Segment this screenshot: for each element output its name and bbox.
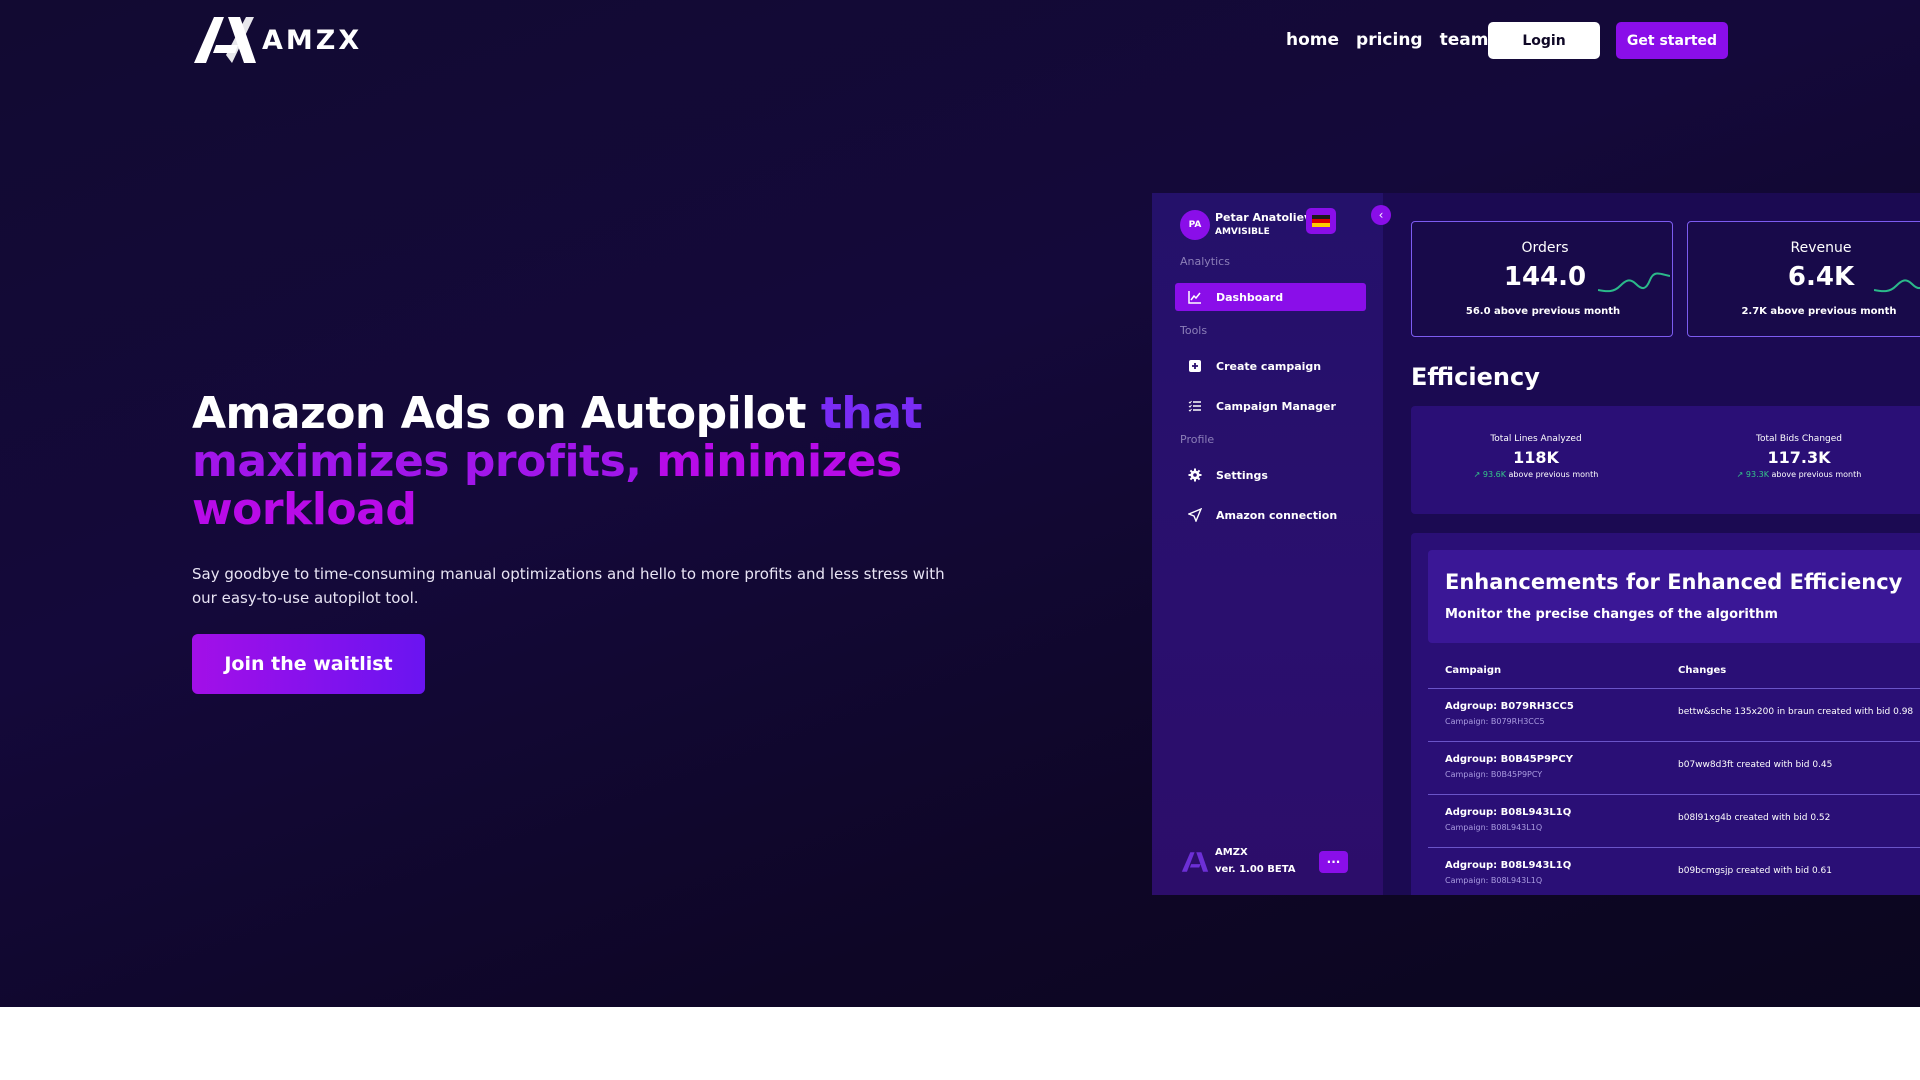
hero-section: AMZX home pricing team Login Get started…	[0, 0, 1920, 1007]
enhancements-title: Enhancements for Enhanced Efficiency	[1445, 570, 1903, 594]
stat-sub-text: above previous month	[1505, 470, 1599, 479]
sparkline-icon	[1598, 272, 1670, 293]
row-campaign: Campaign: B079RH3CC5	[1445, 717, 1545, 726]
sidebar-item-settings[interactable]: Settings	[1175, 461, 1366, 489]
sidebar-item-create-campaign[interactable]: Create campaign	[1175, 352, 1366, 380]
nav-links: home pricing team	[1286, 22, 1505, 58]
row-campaign: Campaign: B08L943L1Q	[1445, 876, 1543, 885]
user-company: AMVISIBLE	[1215, 227, 1270, 237]
german-flag-icon	[1312, 215, 1330, 227]
stat-bids-changed: Total Bids Changed 117.3K ↗ 93.3K above …	[1719, 434, 1879, 479]
sidebar-item-label: Campaign Manager	[1216, 399, 1336, 413]
login-button[interactable]: Login	[1488, 22, 1600, 59]
more-icon: ···	[1326, 855, 1341, 869]
stat-label: Total Bids Changed	[1756, 434, 1842, 444]
stat-sub-text: above previous month	[1768, 470, 1862, 479]
headline-part-that: that	[820, 388, 923, 439]
language-button[interactable]	[1306, 208, 1336, 234]
row-change: b09bcmgsjp created with bid 0.61	[1678, 866, 1832, 876]
kpi-label: Orders	[1521, 240, 1569, 256]
headline-part-minimizes: minimizes	[656, 436, 902, 487]
stat-delta: 93.6K	[1482, 470, 1506, 479]
row-change: bettw&sche 135x200 in braun created with…	[1678, 707, 1914, 717]
footer-app-name: AMZX	[1215, 847, 1248, 858]
row-change: b07ww8d3ft created with bid 0.45	[1678, 760, 1833, 770]
row-adgroup: Adgroup: B079RH3CC5	[1445, 701, 1574, 712]
kpi-value: 6.4K	[1787, 262, 1855, 292]
amzx-logo-icon	[1181, 852, 1209, 872]
table-row[interactable]: Adgroup: B08L943L1Q Campaign: B08L943L1Q…	[1428, 794, 1920, 847]
kpi-card-revenue: Revenue 6.4K 2.7K above previous month	[1687, 221, 1920, 337]
sidebar-item-dashboard[interactable]: Dashboard	[1175, 283, 1366, 311]
chart-line-icon	[1188, 290, 1202, 304]
dashboard-sidebar: PA Petar Anatoliev AMVISIBLE ‹ Analytics…	[1152, 193, 1391, 895]
sidebar-item-amazon-connection[interactable]: Amazon connection	[1175, 501, 1366, 529]
nav-link-team[interactable]: team	[1440, 30, 1489, 50]
stat-value: 117.3K	[1767, 448, 1831, 467]
enhancements-panel: Enhancements for Enhanced Efficiency Mon…	[1411, 533, 1920, 895]
hero-subtext: Say goodbye to time-consuming manual opt…	[192, 565, 945, 607]
stat-sub: ↗ 93.6K above previous month	[1456, 470, 1616, 479]
nav-link-pricing[interactable]: pricing	[1356, 30, 1423, 50]
column-header-campaign: Campaign	[1445, 665, 1502, 676]
sidebar-item-label: Settings	[1216, 468, 1268, 482]
more-options-button[interactable]: ···	[1319, 851, 1348, 873]
brand-name: AMZX	[262, 24, 363, 56]
kpi-sub: 56.0 above previous month	[1465, 306, 1621, 317]
sidebar-item-campaign-manager[interactable]: Campaign Manager	[1175, 392, 1366, 420]
table-row[interactable]: Adgroup: B0B45P9PCY Campaign: B0B45P9PCY…	[1428, 741, 1920, 794]
row-change: b08l91xg4b created with bid 0.52	[1678, 813, 1831, 823]
nav-link-home[interactable]: home	[1286, 30, 1339, 50]
kpi-label: Revenue	[1790, 240, 1852, 256]
dashboard-main: Orders 144.0 56.0 above previous month R…	[1383, 193, 1920, 895]
stat-value: 118K	[1513, 448, 1559, 467]
sidebar-item-label: Dashboard	[1216, 290, 1284, 304]
trend-up-icon: ↗	[1736, 470, 1746, 479]
sidebar-item-label: Amazon connection	[1216, 508, 1338, 522]
kpi-sub: 2.7K above previous month	[1741, 306, 1897, 317]
sidebar-item-label: Create campaign	[1216, 359, 1322, 373]
trend-up-icon: ↗	[1473, 470, 1483, 479]
avatar[interactable]: PA	[1180, 210, 1210, 240]
kpi-value: 144.0	[1503, 262, 1587, 292]
enhancements-header: Enhancements for Enhanced Efficiency Mon…	[1428, 550, 1920, 643]
table-row[interactable]: Adgroup: B079RH3CC5 Campaign: B079RH3CC5…	[1428, 688, 1920, 741]
table-row[interactable]: Adgroup: B08L943L1Q Campaign: B08L943L1Q…	[1428, 847, 1920, 895]
send-icon	[1188, 508, 1202, 522]
sidebar-section-profile: Profile	[1180, 433, 1215, 446]
sidebar-section-tools: Tools	[1180, 324, 1208, 337]
stat-sub: ↗ 93.3K above previous month	[1719, 470, 1879, 479]
dashboard-preview: PA Petar Anatoliev AMVISIBLE ‹ Analytics…	[1152, 193, 1920, 895]
headline-part-workload: workload	[192, 484, 417, 535]
row-campaign: Campaign: B0B45P9PCY	[1445, 770, 1543, 779]
hero-headline: Amazon Ads on Autopilot that maximizes p…	[192, 390, 952, 534]
stat-delta: 93.3K	[1745, 470, 1769, 479]
enhancements-subtitle: Monitor the precise changes of the algor…	[1445, 607, 1778, 622]
amzx-logo-icon	[194, 17, 256, 63]
stat-lines-analyzed: Total Lines Analyzed 118K ↗ 93.6K above …	[1456, 434, 1616, 479]
row-adgroup: Adgroup: B08L943L1Q	[1445, 860, 1572, 871]
stat-label: Total Lines Analyzed	[1490, 434, 1582, 444]
sidebar-section-analytics: Analytics	[1180, 255, 1230, 268]
logo[interactable]: AMZX	[192, 15, 362, 65]
plus-square-icon	[1188, 359, 1202, 373]
list-check-icon	[1188, 399, 1202, 413]
row-campaign: Campaign: B08L943L1Q	[1445, 823, 1543, 832]
footer-version: ver. 1.00 BETA	[1215, 864, 1296, 875]
column-header-changes: Changes	[1678, 665, 1727, 676]
headline-part-maximizes: maximizes profits,	[192, 436, 657, 487]
row-adgroup: Adgroup: B0B45P9PCY	[1445, 754, 1573, 765]
gear-icon	[1188, 468, 1202, 482]
efficiency-title: Efficiency	[1411, 363, 1540, 391]
row-adgroup: Adgroup: B08L943L1Q	[1445, 807, 1572, 818]
join-waitlist-button[interactable]: Join the waitlist	[192, 634, 425, 694]
user-name: Petar Anatoliev	[1215, 211, 1312, 224]
kpi-card-orders: Orders 144.0 56.0 above previous month	[1411, 221, 1673, 337]
get-started-button[interactable]: Get started	[1616, 22, 1728, 59]
efficiency-panel: Total Lines Analyzed 118K ↗ 93.6K above …	[1411, 406, 1920, 514]
headline-part-white: Amazon Ads on Autopilot	[192, 388, 821, 439]
sparkline-icon	[1874, 279, 1920, 293]
